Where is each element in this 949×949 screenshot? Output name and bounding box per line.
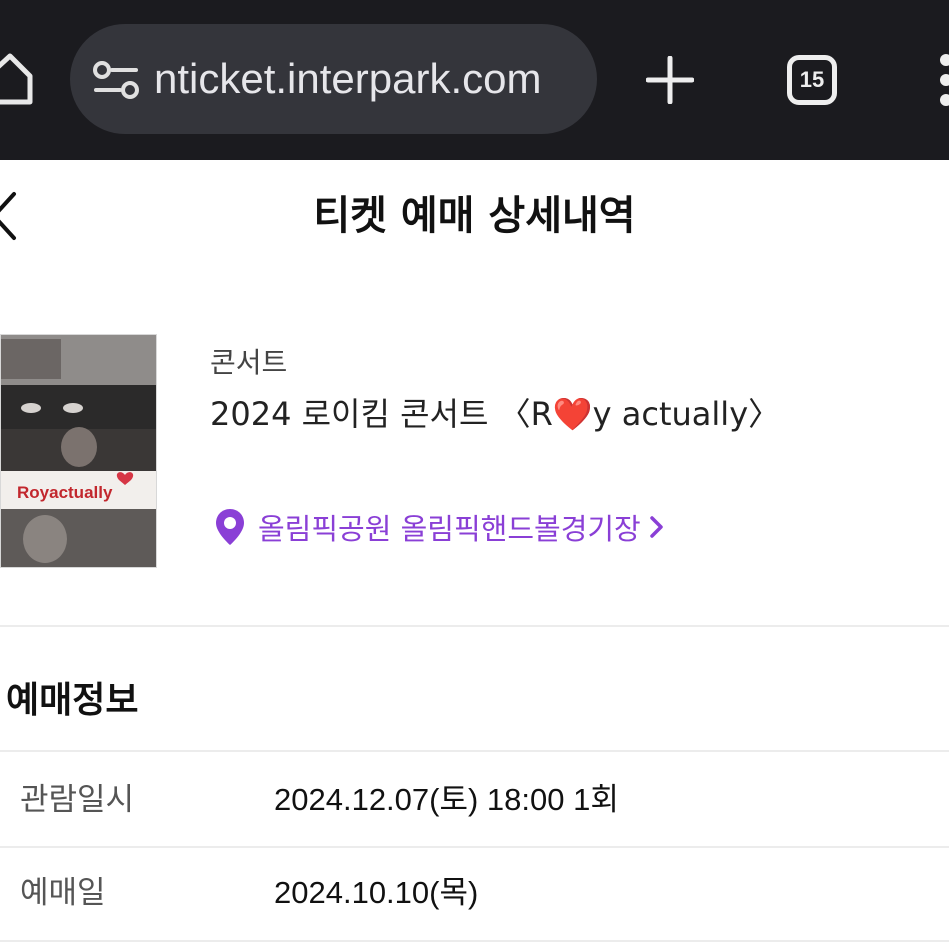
url-text[interactable]: nticket.interpark.com xyxy=(154,52,574,106)
show-title: 2024 로이킴 콘서트 〈R❤️y actually〉 xyxy=(210,395,781,433)
table-divider xyxy=(0,846,949,848)
show-category: 콘서트 xyxy=(210,346,288,379)
booking-date-label: 예매일 xyxy=(20,875,106,911)
new-tab-icon[interactable] xyxy=(645,55,695,105)
viewing-datetime-value: 2024.12.07(토) 18:00 1회 xyxy=(274,782,619,817)
table-divider xyxy=(0,940,949,942)
table-divider xyxy=(0,750,949,752)
location-pin-icon xyxy=(214,507,246,551)
page-title: 티켓 예매 상세내역 xyxy=(313,193,636,239)
address-bar[interactable]: nticket.interpark.com xyxy=(70,24,597,134)
overflow-menu-icon[interactable] xyxy=(934,52,949,108)
chevron-right-icon xyxy=(649,513,665,545)
home-icon[interactable] xyxy=(0,48,34,110)
booking-info-title: 예매정보 xyxy=(6,680,139,721)
section-divider xyxy=(0,625,949,627)
poster-logo: Royactually xyxy=(17,483,113,502)
booking-date-value: 2024.10.10(목) xyxy=(274,875,479,910)
app-header: 티켓 예매 상세내역 xyxy=(0,160,949,270)
viewing-datetime-label: 관람일시 xyxy=(20,782,135,818)
tab-switcher-button[interactable]: 15 xyxy=(787,55,837,105)
site-settings-icon[interactable] xyxy=(92,60,140,100)
show-poster-image[interactable]: Royactually xyxy=(0,334,157,568)
browser-toolbar: nticket.interpark.com 15 xyxy=(0,0,949,160)
venue-link[interactable]: 올림픽공원 올림픽핸드볼경기장 xyxy=(214,506,665,552)
back-arrow-icon[interactable] xyxy=(0,188,24,246)
venue-name[interactable]: 올림픽공원 올림픽핸드볼경기장 xyxy=(258,509,641,549)
